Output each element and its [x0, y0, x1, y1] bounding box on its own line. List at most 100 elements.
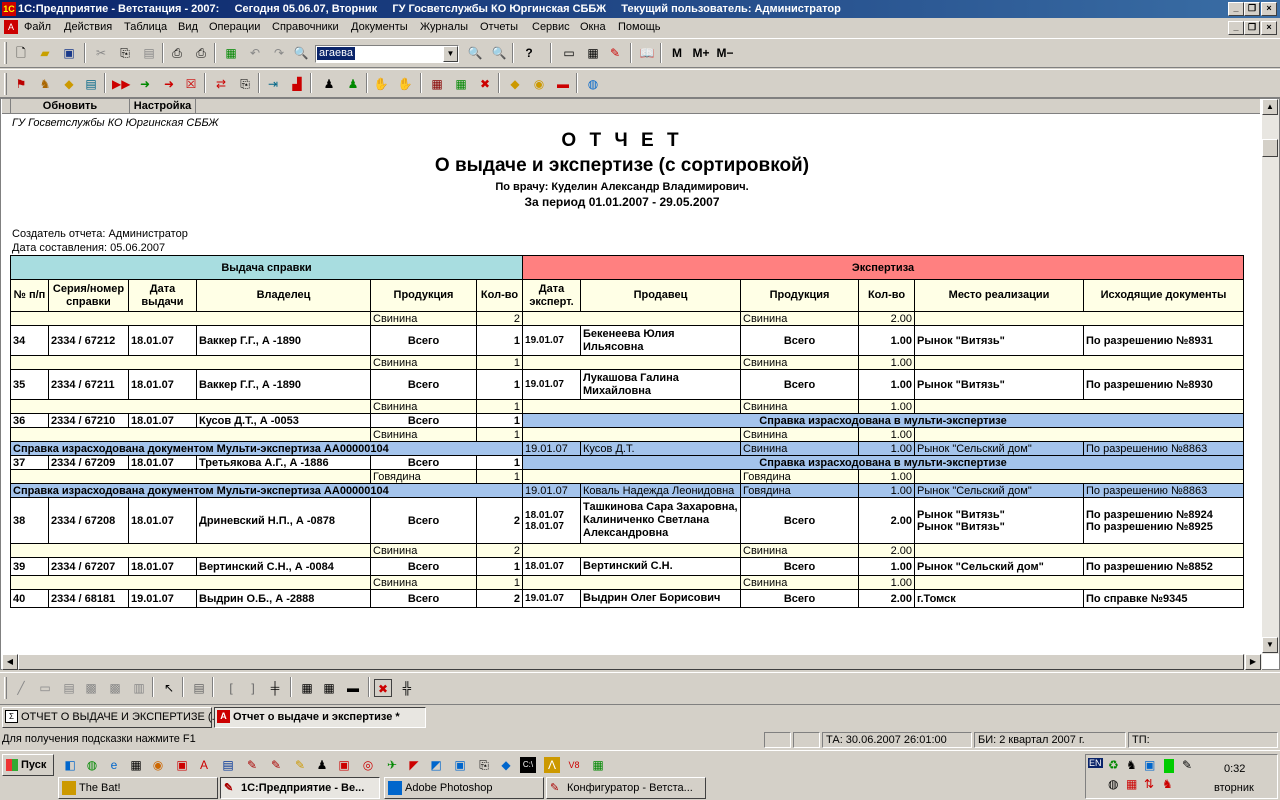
help-icon[interactable]: ?: [520, 44, 538, 62]
borders-icon[interactable]: ✖: [374, 679, 392, 697]
group-icon[interactable]: ♟: [344, 75, 362, 93]
restore-button[interactable]: ❐: [1244, 2, 1260, 16]
menu-help[interactable]: Помощь: [618, 21, 661, 33]
toolbar-grip[interactable]: [4, 677, 7, 699]
quicklaunch-icon[interactable]: ✎: [292, 757, 308, 773]
fix-table-icon[interactable]: ╬: [398, 679, 416, 697]
menu-operations[interactable]: Операции: [209, 21, 260, 33]
quicklaunch-icon[interactable]: ◩: [428, 757, 444, 773]
cut-icon[interactable]: ✂: [92, 44, 110, 62]
doc-close-button[interactable]: ×: [1261, 21, 1277, 35]
menu-windows[interactable]: Окна: [580, 21, 606, 33]
settings-button[interactable]: Настройка: [130, 99, 196, 114]
quicklaunch-icon[interactable]: ▣: [336, 757, 352, 773]
tray-icon[interactable]: ♻: [1108, 758, 1119, 772]
tray-icon[interactable]: ♞: [1126, 758, 1137, 772]
export-icon[interactable]: ⇄: [212, 75, 230, 93]
tray-icon[interactable]: ◍: [1108, 777, 1118, 791]
calculator-icon[interactable]: ▭: [560, 44, 578, 62]
align-icon[interactable]: ╪: [266, 679, 284, 697]
task-photoshop[interactable]: Adobe Photoshop: [384, 777, 544, 799]
table-grid-icon[interactable]: ▦: [320, 679, 338, 697]
tray-icon[interactable]: ⇅: [1144, 777, 1154, 791]
properties-icon[interactable]: ▦: [222, 44, 240, 62]
new-icon[interactable]: 🗋: [12, 44, 30, 62]
menu-documents[interactable]: Документы: [351, 21, 408, 33]
quicklaunch-icon[interactable]: ◎: [360, 757, 376, 773]
find-next-icon[interactable]: 🔍: [466, 44, 484, 62]
menu-journals[interactable]: Журналы: [420, 21, 468, 33]
quicklaunch-icon[interactable]: ◉: [150, 757, 166, 773]
tray-icon[interactable]: ♞: [1162, 777, 1173, 791]
ruler-icon[interactable]: ▬: [344, 679, 362, 697]
fast-forward-icon[interactable]: ▶▶: [112, 75, 130, 93]
chart-icon[interactable]: ▥: [130, 679, 148, 697]
menu-references[interactable]: Справочники: [272, 21, 339, 33]
send-back-icon[interactable]: ]: [244, 679, 262, 697]
task-thebat[interactable]: The Bat!: [58, 777, 218, 799]
quicklaunch-icon[interactable]: ▣: [174, 757, 190, 773]
quicklaunch-icon[interactable]: ▣: [452, 757, 468, 773]
quicklaunch-icon[interactable]: ◆: [498, 757, 514, 773]
quicklaunch-icon[interactable]: ▤: [220, 757, 236, 773]
tab-report-2[interactable]: A Отчет о выдаче и экспертизе *: [214, 707, 426, 728]
quicklaunch-icon[interactable]: Λ: [544, 757, 560, 773]
lang-indicator[interactable]: EN: [1088, 758, 1103, 768]
task-1c[interactable]: ✎ 1С:Предприятие - Ве...: [220, 777, 380, 799]
vertical-scroll-thumb[interactable]: [1262, 139, 1278, 157]
vet-icon[interactable]: ⚑: [12, 75, 30, 93]
form-icon[interactable]: ▤: [82, 75, 100, 93]
quicklaunch-icon[interactable]: ▦: [590, 757, 606, 773]
undo-icon[interactable]: ↶: [246, 44, 264, 62]
refresh-button[interactable]: Обновить: [10, 99, 130, 114]
copy-icon[interactable]: ⎘: [116, 44, 134, 62]
arrow-right-red-icon[interactable]: ➜: [160, 75, 178, 93]
grid-icon[interactable]: ▦: [428, 75, 446, 93]
move-icon[interactable]: ⇥: [264, 75, 282, 93]
paste-icon[interactable]: ▤: [140, 44, 158, 62]
quicklaunch-icon[interactable]: V8: [566, 757, 582, 773]
memory-button[interactable]: M: [668, 44, 686, 62]
tray-icon[interactable]: ▣: [1144, 758, 1155, 772]
scroll-up-icon[interactable]: ▲: [1262, 99, 1278, 115]
menu-view[interactable]: Вид: [178, 21, 198, 33]
horizontal-scroll-thumb[interactable]: [18, 654, 1244, 670]
grid-lines-icon[interactable]: ▦: [298, 679, 316, 697]
vertical-scrollbar[interactable]: ▲ ▼: [1262, 99, 1279, 654]
bring-front-icon[interactable]: [: [222, 679, 240, 697]
menu-table[interactable]: Таблица: [124, 21, 167, 33]
tray-icon[interactable]: ▦: [1126, 777, 1137, 791]
close-button[interactable]: ×: [1261, 2, 1277, 16]
delete-doc-icon[interactable]: ☒: [182, 75, 200, 93]
pointer-icon[interactable]: ↖: [160, 679, 178, 697]
animals-icon[interactable]: ♞: [36, 75, 54, 93]
quicklaunch-icon[interactable]: ✎: [268, 757, 284, 773]
toolbar-grip[interactable]: [4, 42, 7, 64]
users-icon[interactable]: ♟: [320, 75, 338, 93]
quicklaunch-icon[interactable]: ♟: [314, 757, 330, 773]
memory-plus-button[interactable]: M+: [690, 44, 712, 62]
line-icon[interactable]: ╱: [12, 679, 30, 697]
product-icon[interactable]: ◆: [60, 75, 78, 93]
search-combobox[interactable]: агаева ▼: [315, 45, 459, 63]
table-icon[interactable]: ▦: [452, 75, 470, 93]
toolbar-grip[interactable]: [4, 73, 7, 95]
tag-icon[interactable]: ◆: [506, 75, 524, 93]
minimize-button[interactable]: _: [1228, 2, 1244, 16]
calendar-icon[interactable]: ▦: [584, 44, 602, 62]
menu-actions[interactable]: Действия: [64, 21, 112, 33]
cancel-grid-icon[interactable]: ✖: [476, 75, 494, 93]
ie-icon[interactable]: e: [106, 757, 122, 773]
quicklaunch-icon[interactable]: ✈: [384, 757, 400, 773]
open-icon[interactable]: ▰: [36, 44, 54, 62]
tray-icon[interactable]: [1164, 759, 1174, 773]
group-shapes-icon[interactable]: ▤: [190, 679, 208, 697]
search-input[interactable]: агаева: [317, 47, 355, 60]
tray-icon[interactable]: ✎: [1182, 758, 1192, 772]
arrow-right-green-icon[interactable]: ➜: [136, 75, 154, 93]
scroll-left-icon[interactable]: ◀: [2, 654, 18, 670]
print-preview-icon[interactable]: ⎙: [192, 44, 210, 62]
chevron-down-icon[interactable]: ▼: [443, 46, 458, 62]
text-box-icon[interactable]: ▤: [60, 679, 78, 697]
exchange-icon[interactable]: ✋: [396, 75, 414, 93]
